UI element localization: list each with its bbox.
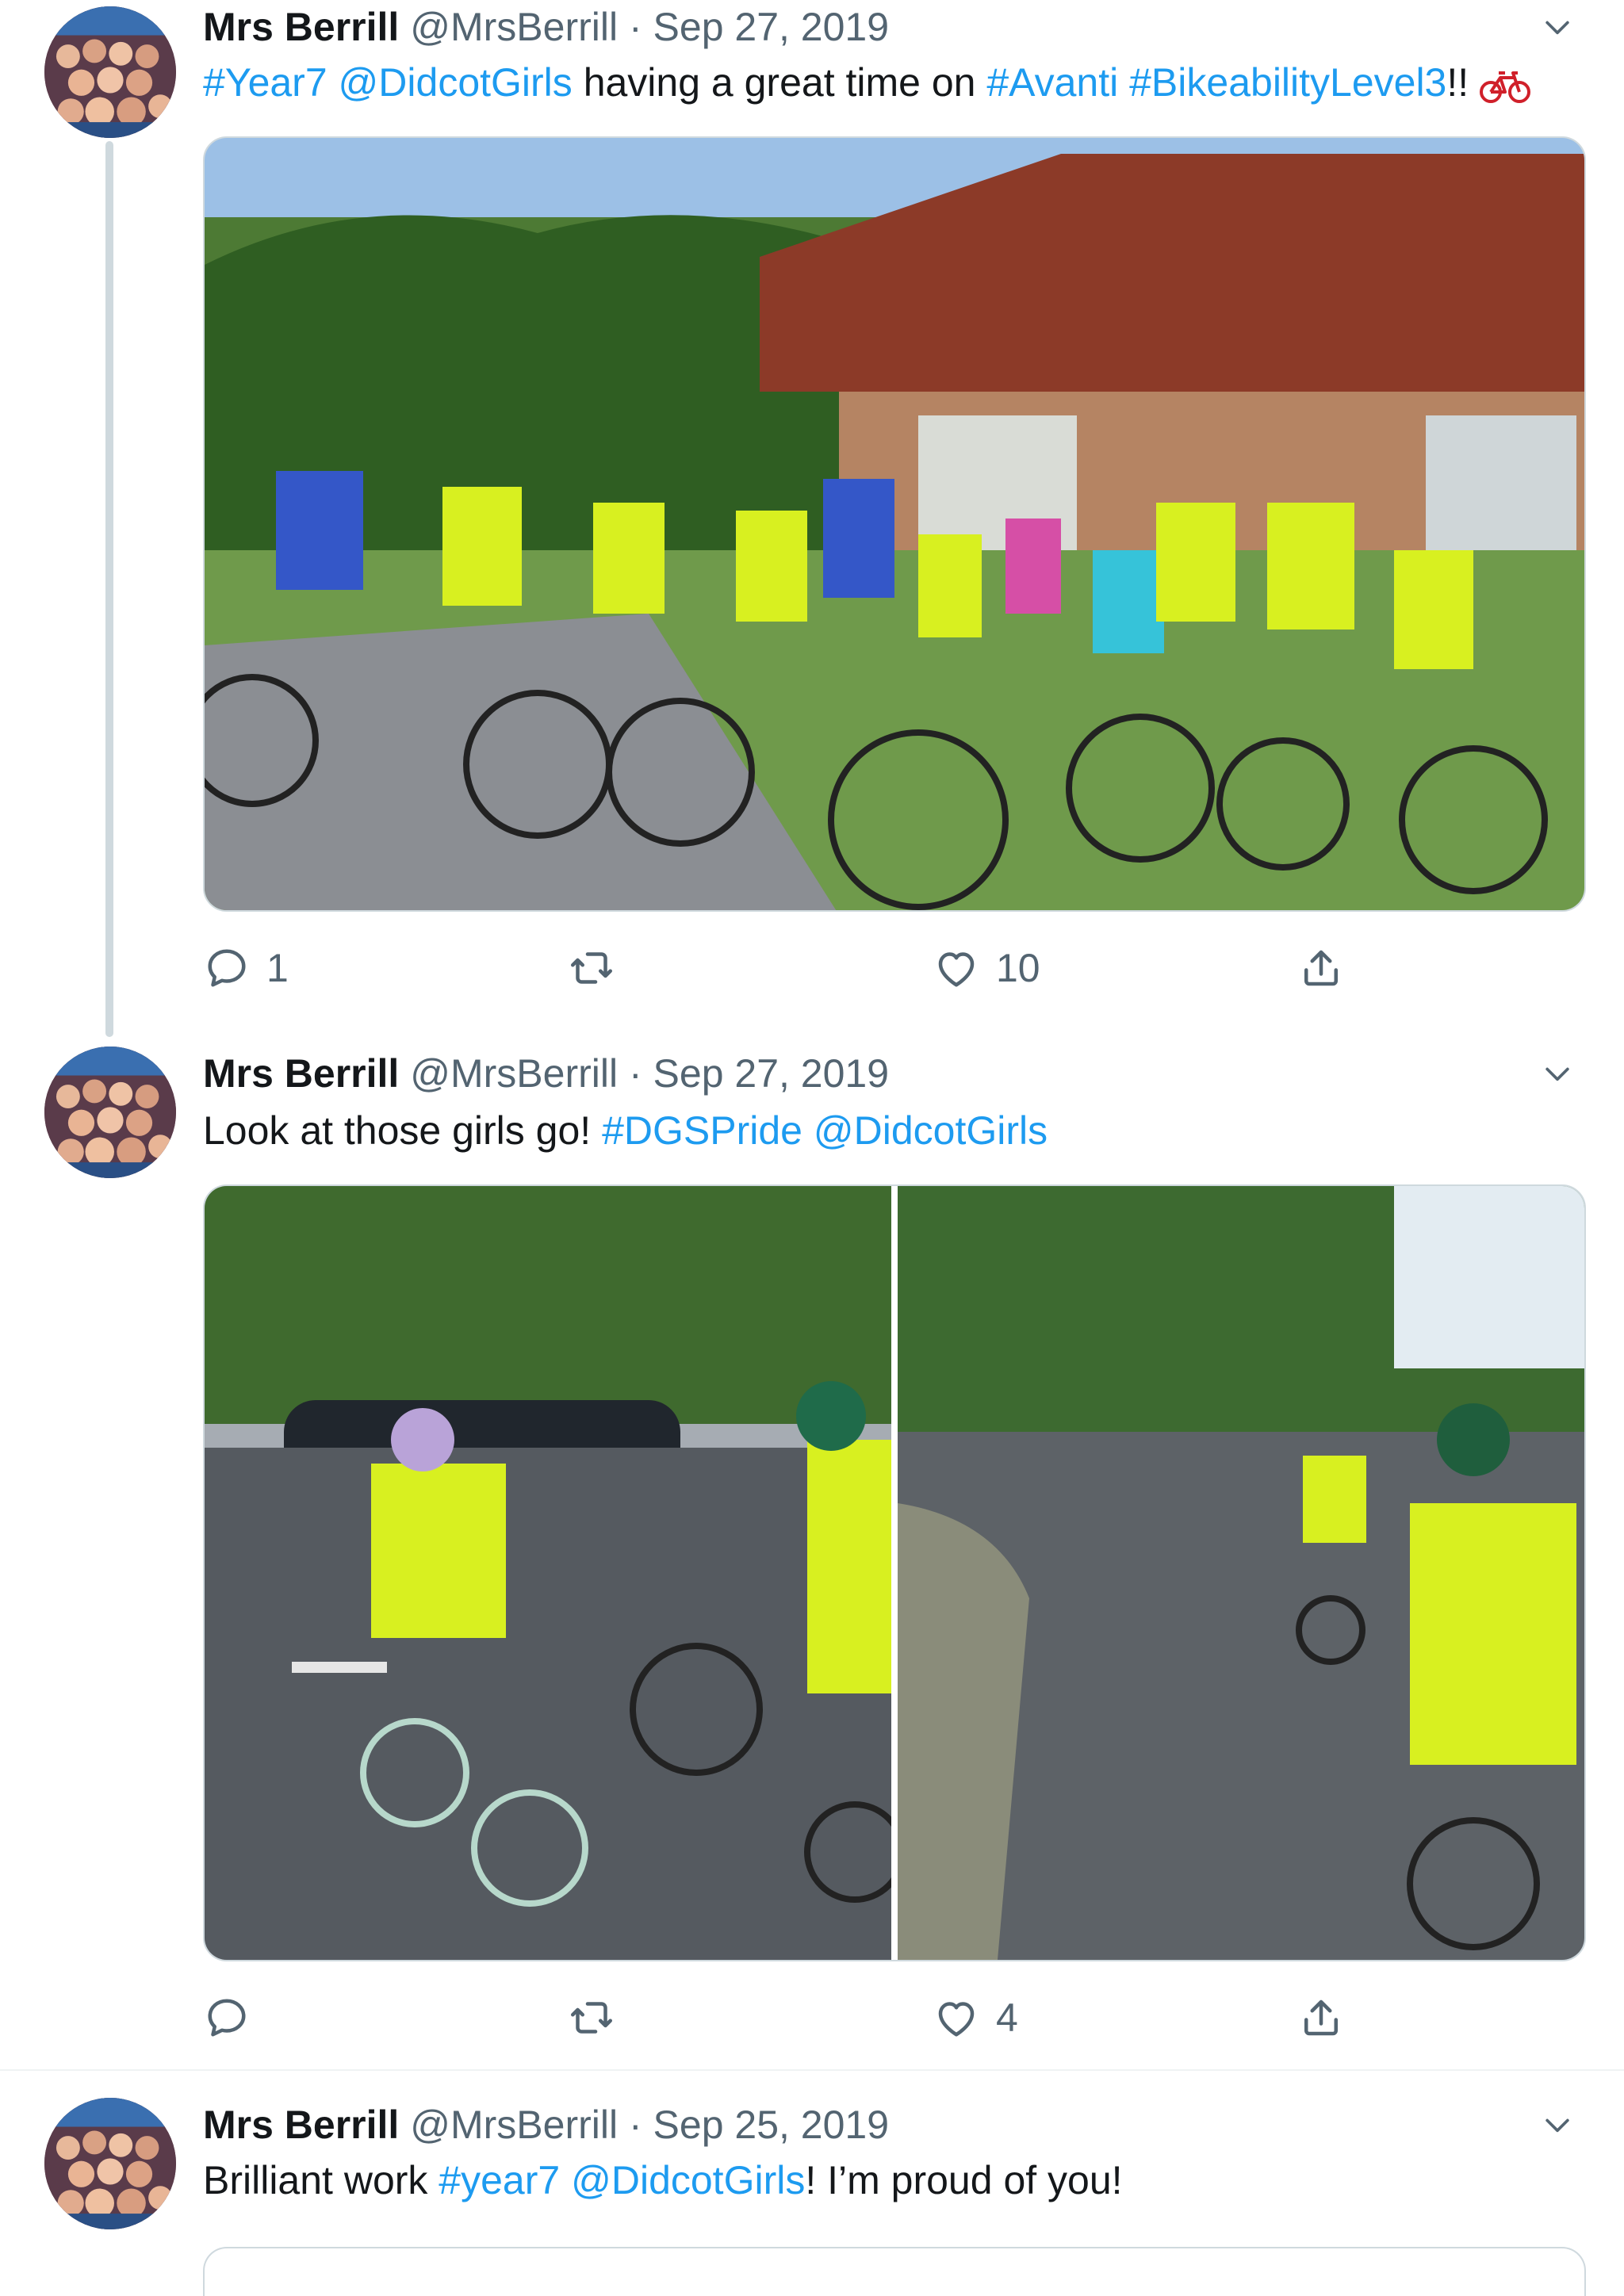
chevron-down-icon[interactable] — [1540, 1056, 1575, 1091]
hashtag-link[interactable]: #DGSPride — [602, 1108, 802, 1153]
reply-icon — [203, 1994, 251, 2042]
avatar[interactable] — [44, 6, 176, 138]
reply-button[interactable]: 1 — [203, 940, 289, 996]
like-icon — [933, 1994, 980, 2042]
author-name[interactable]: Mrs Berrill — [203, 1051, 399, 1096]
tweet-photo[interactable] — [203, 136, 1586, 912]
avatar[interactable] — [44, 1047, 176, 1178]
tweet-actions: 1 10 — [203, 940, 1377, 996]
tweet-date[interactable]: Sep 25, 2019 — [653, 2103, 890, 2147]
avatar[interactable] — [44, 2098, 176, 2229]
like-icon — [933, 944, 980, 992]
tweet-photo-right — [898, 1186, 1584, 1960]
reply-icon — [203, 944, 251, 992]
tweet-media-preview[interactable] — [203, 2247, 1586, 2296]
mention-link[interactable]: @DidcotGirls — [571, 2158, 805, 2202]
tweet-date[interactable]: Sep 27, 2019 — [653, 5, 890, 49]
tweet-text: #Year7 @DidcotGirls having a great time … — [203, 57, 1531, 108]
hashtag-link[interactable]: #Year7 — [203, 60, 327, 105]
retweet-button[interactable] — [568, 1990, 631, 2045]
author-name[interactable]: Mrs Berrill — [203, 2103, 399, 2147]
separator-dot: · — [628, 1051, 642, 1096]
tweet-divider — [0, 2069, 1624, 2071]
separator-dot: · — [628, 2103, 642, 2147]
share-button[interactable] — [1297, 1990, 1345, 2045]
tweet-header: Mrs Berrill @MrsBerrill · Sep 27, 2019 — [203, 1048, 889, 1099]
tweet-date[interactable]: Sep 27, 2019 — [653, 1051, 890, 1096]
author-handle[interactable]: @MrsBerrill — [410, 5, 618, 49]
mention-link[interactable]: @DidcotGirls — [814, 1108, 1048, 1153]
share-icon — [1297, 944, 1345, 992]
tweet-text: Brilliant work #year7 @DidcotGirls! I’m … — [203, 2158, 1123, 2202]
tweet-photo-left — [205, 1186, 906, 1960]
retweet-icon — [568, 944, 615, 992]
mention-link[interactable]: @DidcotGirls — [339, 60, 573, 105]
like-count: 4 — [996, 1996, 1018, 2040]
author-handle[interactable]: @MrsBerrill — [410, 2103, 618, 2147]
chevron-down-icon[interactable] — [1540, 10, 1575, 44]
retweet-button[interactable] — [568, 940, 631, 996]
reply-count: 1 — [266, 946, 289, 990]
hashtag-link[interactable]: #year7 — [439, 2158, 560, 2202]
share-icon — [1297, 1994, 1345, 2042]
tweet-header: Mrs Berrill @MrsBerrill · Sep 27, 2019 — [203, 2, 889, 52]
like-count: 10 — [996, 946, 1040, 990]
author-handle[interactable]: @MrsBerrill — [410, 1051, 618, 1096]
bicycle-emoji-icon — [1480, 71, 1531, 103]
hashtag-link[interactable]: #BikeabilityLevel3 — [1129, 60, 1446, 105]
retweet-icon — [568, 1994, 615, 2042]
tweet-actions: 4 — [203, 1990, 1377, 2045]
like-button[interactable]: 10 — [933, 940, 1040, 996]
separator-dot: · — [628, 5, 642, 49]
chevron-down-icon[interactable] — [1540, 2107, 1575, 2142]
like-button[interactable]: 4 — [933, 1990, 1018, 2045]
tweet-header: Mrs Berrill @MrsBerrill · Sep 25, 2019 — [203, 2099, 889, 2150]
tweet-photo-grid — [203, 1184, 1586, 1961]
thread-line — [105, 141, 113, 1037]
share-button[interactable] — [1297, 940, 1345, 996]
hashtag-link[interactable]: #Avanti — [986, 60, 1118, 105]
tweet-text: Look at those girls go! #DGSPride @Didco… — [203, 1108, 1048, 1153]
reply-button[interactable] — [203, 1990, 266, 2045]
author-name[interactable]: Mrs Berrill — [203, 5, 399, 49]
